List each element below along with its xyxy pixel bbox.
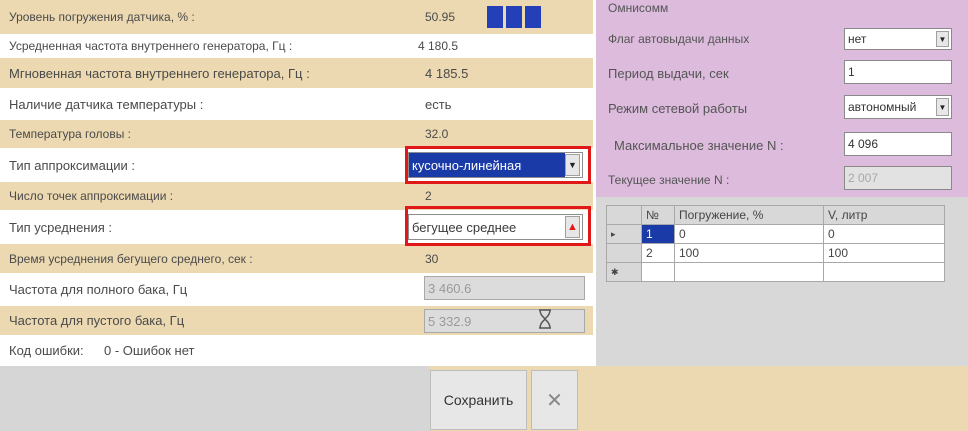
calibration-table-panel: № Погружение, % V, литр ▸ 1 0 0 2 100 10… — [596, 197, 968, 366]
period-value: 1 — [848, 65, 855, 79]
column-header-depth[interactable]: Погружение, % — [674, 205, 824, 225]
network-mode-label: Режим сетевой работы — [608, 101, 748, 116]
cell-n[interactable] — [641, 262, 675, 282]
table-header: № Погружение, % V, литр — [606, 205, 945, 225]
cancel-button[interactable]: ✕ — [531, 370, 578, 430]
calibration-table[interactable]: № Погружение, % V, литр ▸ 1 0 0 2 100 10… — [606, 205, 945, 282]
error-value: 0 - Ошибок нет — [104, 343, 195, 358]
current-n-value: 2 007 — [848, 171, 879, 185]
cell-depth[interactable]: 0 — [674, 224, 824, 244]
param-label: Мгновенная частота внутреннего генератор… — [9, 65, 310, 81]
error-label: Код ошибки: — [9, 343, 84, 358]
param-row-avg-freq: Усредненная частота внутреннего генерато… — [0, 34, 593, 58]
period-input[interactable]: 1 — [844, 60, 952, 84]
param-row-temp-sensor: Наличие датчика температуры : есть — [0, 88, 593, 120]
param-value: есть — [425, 96, 452, 112]
cell-volume[interactable]: 100 — [823, 243, 945, 263]
hourglass-icon — [539, 309, 551, 329]
settings-title: Омнисомм — [608, 1, 669, 15]
level-bar — [506, 6, 522, 28]
row-header[interactable] — [606, 243, 642, 263]
highlight-avg-type — [405, 206, 591, 246]
param-row-level: Уровень погружения датчика, % : 50.95 — [0, 0, 593, 34]
network-mode-value: автономный — [848, 100, 917, 114]
cell-depth[interactable]: 100 — [674, 243, 824, 263]
param-label: Время усреднения бегущего среднего, сек … — [9, 251, 253, 266]
param-label: Число точек аппроксимации : — [9, 189, 174, 203]
action-bar-left — [0, 366, 430, 431]
param-row-temperature: Температура головы : 32.0 — [0, 120, 593, 148]
param-row-inst-freq: Мгновенная частота внутреннего генератор… — [0, 58, 593, 88]
new-row-asterisk-icon[interactable]: ✱ — [606, 262, 642, 282]
param-label: Тип усреднения : — [9, 219, 113, 235]
param-label: Температура головы : — [9, 127, 132, 141]
network-mode-select[interactable]: автономный ▼ — [844, 95, 952, 119]
param-row-avg-time: Время усреднения бегущего среднего, сек … — [0, 244, 593, 273]
table-new-row[interactable]: ✱ — [606, 262, 945, 282]
cell-n[interactable]: 2 — [641, 243, 675, 263]
level-bar — [525, 6, 541, 28]
cell-n[interactable]: 1 — [641, 224, 675, 244]
level-bar — [487, 6, 503, 28]
empty-tank-freq-value: 5 332.9 — [428, 313, 472, 329]
level-indicator — [487, 6, 541, 28]
chevron-down-icon[interactable]: ▼ — [936, 31, 949, 47]
column-header-n[interactable]: № — [641, 205, 675, 225]
row-header-corner — [606, 205, 642, 225]
period-label: Период выдачи, сек — [608, 66, 729, 81]
param-label: Наличие датчика температуры : — [9, 96, 204, 112]
full-tank-freq-field[interactable]: 3 460.6 — [424, 276, 585, 300]
auto-flag-label: Флаг автовыдачи данных — [608, 32, 750, 46]
param-value: 4 185.5 — [425, 65, 469, 81]
param-label: Тип аппроксимации : — [9, 157, 136, 173]
highlight-approx-type — [405, 146, 591, 184]
save-button[interactable]: Сохранить — [430, 370, 527, 430]
param-value: 30 — [425, 251, 439, 266]
auto-flag-value: нет — [848, 32, 867, 46]
chevron-down-icon[interactable]: ▼ — [936, 98, 949, 116]
row-selector-arrow-icon[interactable]: ▸ — [606, 224, 642, 244]
max-n-input[interactable]: 4 096 — [844, 132, 952, 156]
param-label: Частота для полного бака, Гц — [9, 282, 188, 297]
empty-tank-freq-field[interactable]: 5 332.9 — [424, 309, 585, 333]
max-n-label: Максимальное значение N : — [614, 138, 784, 153]
param-label: Усредненная частота внутреннего генерато… — [9, 39, 293, 53]
param-label: Уровень погружения датчика, % : — [9, 10, 195, 24]
cell-volume[interactable] — [823, 262, 945, 282]
table-row[interactable]: ▸ 1 0 0 — [606, 224, 945, 244]
full-tank-freq-value: 3 460.6 — [428, 280, 472, 296]
param-value: 32.0 — [425, 127, 449, 141]
param-label: Частота для пустого бака, Гц — [9, 313, 185, 328]
param-value: 50.95 — [425, 10, 456, 24]
table-row[interactable]: 2 100 100 — [606, 243, 945, 263]
error-row: Код ошибки: 0 - Ошибок нет — [0, 335, 593, 366]
current-n-field: 2 007 — [844, 166, 952, 190]
current-n-label: Текущее значение N : — [608, 173, 730, 187]
auto-flag-select[interactable]: нет ▼ — [844, 28, 952, 50]
cell-depth[interactable] — [674, 262, 824, 282]
param-value: 4 180.5 — [418, 39, 459, 53]
column-header-volume[interactable]: V, литр — [823, 205, 945, 225]
max-n-value: 4 096 — [848, 137, 879, 151]
settings-panel: Омнисомм Флаг автовыдачи данных нет ▼ Пе… — [596, 0, 968, 197]
cell-volume[interactable]: 0 — [823, 224, 945, 244]
